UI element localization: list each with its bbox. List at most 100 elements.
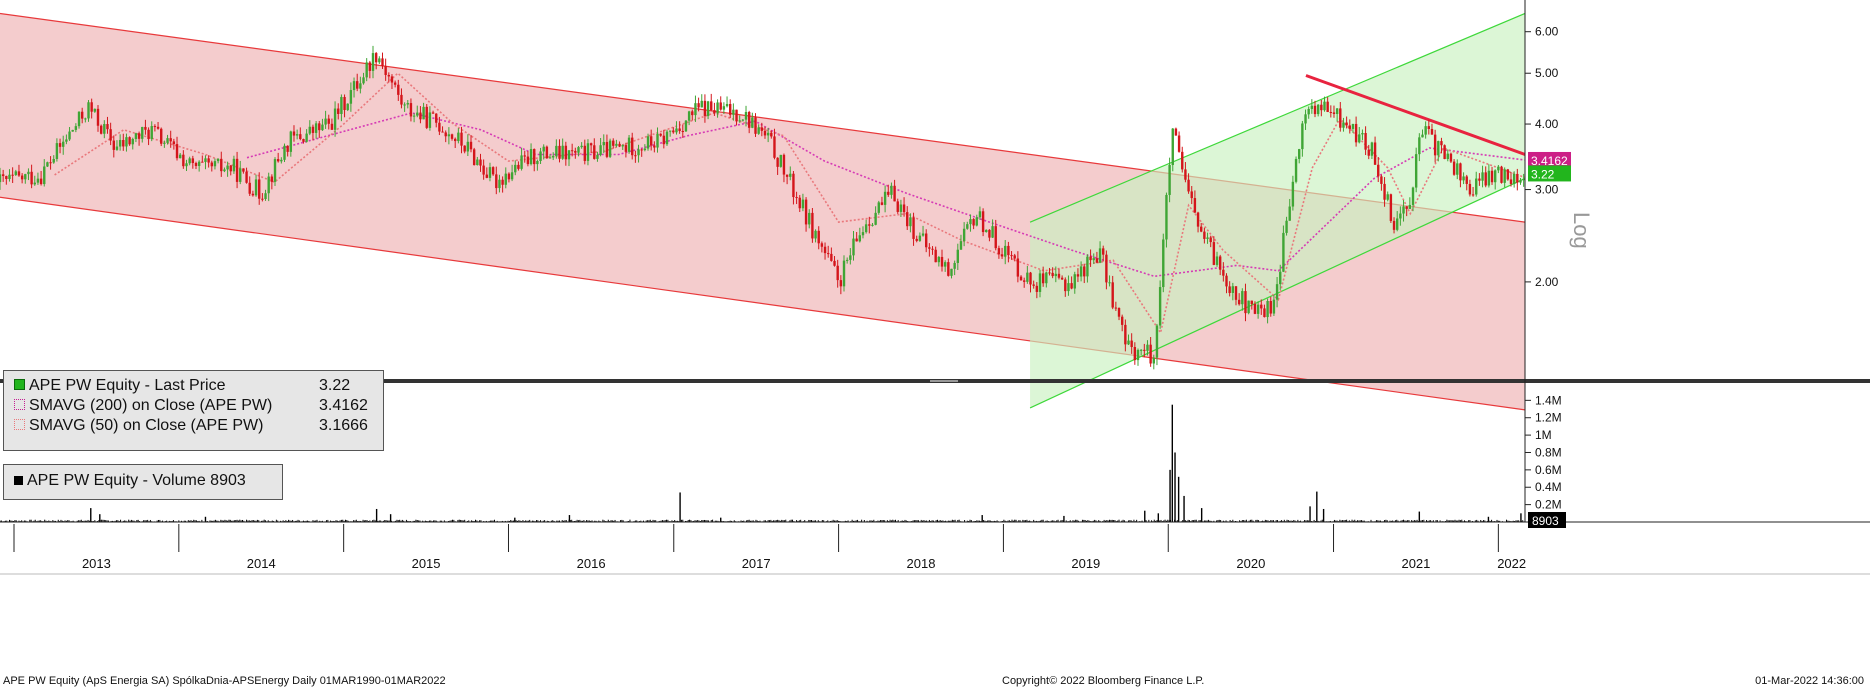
candle-body bbox=[185, 163, 188, 167]
candle-body bbox=[1067, 283, 1070, 292]
candle-body bbox=[55, 143, 59, 160]
candle-body bbox=[868, 224, 871, 226]
candle-body bbox=[1509, 179, 1513, 184]
candle-body bbox=[46, 162, 49, 167]
candle-body bbox=[1430, 128, 1434, 135]
candle-body bbox=[640, 149, 643, 151]
candle-body bbox=[1329, 112, 1333, 114]
candle-body bbox=[419, 112, 422, 120]
candle-body bbox=[1285, 220, 1288, 233]
candle-body bbox=[665, 131, 669, 145]
candle-body bbox=[1490, 170, 1494, 183]
candle-body bbox=[615, 143, 618, 146]
candle-body bbox=[49, 162, 52, 164]
candle-body bbox=[1114, 307, 1118, 309]
candle-body bbox=[766, 132, 770, 136]
candle-body bbox=[1516, 173, 1519, 183]
candle-body bbox=[1032, 284, 1035, 286]
candle-body bbox=[1478, 178, 1481, 181]
candle-body bbox=[30, 171, 33, 185]
candle-body bbox=[1174, 128, 1178, 136]
candle-body bbox=[141, 126, 144, 139]
candle-body bbox=[1301, 123, 1304, 150]
candle-body bbox=[1102, 248, 1105, 255]
candle-body bbox=[1370, 142, 1374, 156]
candle-body bbox=[782, 154, 786, 175]
candle-body bbox=[991, 226, 994, 238]
candle-body bbox=[201, 161, 204, 163]
candle-body bbox=[1038, 273, 1042, 292]
candle-body bbox=[1269, 300, 1272, 314]
candle-body bbox=[612, 140, 615, 146]
volume-legend[interactable]: APE PW Equity - Volume 8903 bbox=[3, 464, 283, 500]
candle-body bbox=[324, 118, 327, 125]
candle-body bbox=[1377, 164, 1380, 177]
candle-body bbox=[302, 139, 305, 142]
candle-body bbox=[314, 123, 318, 133]
candle-body bbox=[166, 138, 169, 143]
candle-body bbox=[416, 112, 419, 116]
candle-body bbox=[327, 118, 330, 124]
candle-body bbox=[830, 253, 833, 261]
candle-body bbox=[1275, 284, 1279, 300]
candle-body bbox=[1364, 133, 1367, 150]
candle-body bbox=[254, 179, 258, 196]
candle-body bbox=[178, 154, 182, 159]
candle-body bbox=[514, 164, 517, 173]
candle-body bbox=[627, 137, 631, 152]
candle-body bbox=[1282, 232, 1285, 272]
candle-body bbox=[909, 217, 912, 227]
candle-body bbox=[902, 204, 906, 213]
candle-body bbox=[122, 139, 125, 147]
candle-body bbox=[678, 128, 681, 132]
candle-body bbox=[435, 113, 438, 123]
candle-body bbox=[906, 212, 909, 227]
candle-body bbox=[150, 126, 153, 140]
candle-body bbox=[1418, 137, 1421, 155]
candle-body bbox=[1234, 286, 1238, 300]
candle-body bbox=[1335, 108, 1339, 115]
candle-body bbox=[137, 133, 141, 139]
candle-body bbox=[845, 259, 849, 261]
candle-body bbox=[58, 143, 62, 147]
candle-body bbox=[273, 159, 277, 182]
legend-volume-label: APE PW Equity - Volume 8903 bbox=[27, 472, 246, 489]
candle-body bbox=[1079, 266, 1083, 277]
candle-body bbox=[649, 136, 653, 146]
candle-body bbox=[526, 156, 530, 165]
price-legend[interactable]: APE PW Equity - Last Price 3.22 SMAVG (20… bbox=[3, 370, 384, 451]
candle-body bbox=[899, 204, 903, 212]
candle-body bbox=[953, 262, 956, 269]
candle-body bbox=[1440, 141, 1443, 146]
candle-body bbox=[586, 143, 590, 161]
year-label: 2020 bbox=[1236, 556, 1265, 571]
candle-body bbox=[381, 58, 384, 67]
candle-body bbox=[444, 132, 447, 137]
candle-body bbox=[1475, 178, 1478, 195]
candle-body bbox=[1414, 154, 1418, 188]
candle-body bbox=[716, 102, 719, 114]
candle-body bbox=[1313, 105, 1317, 115]
volume-tick-label: 1.2M bbox=[1535, 411, 1562, 425]
candle-body bbox=[890, 185, 893, 195]
candle-body bbox=[1092, 258, 1095, 261]
candle-body bbox=[1013, 255, 1016, 259]
candle-body bbox=[593, 145, 596, 159]
candle-body bbox=[68, 131, 71, 140]
volume-tick-label: 0.6M bbox=[1535, 463, 1562, 477]
candle-body bbox=[1383, 183, 1386, 200]
year-label: 2021 bbox=[1401, 556, 1430, 571]
candle-body bbox=[134, 133, 138, 139]
candle-body bbox=[697, 103, 700, 108]
candle-body bbox=[975, 217, 978, 226]
candle-body bbox=[1089, 256, 1092, 261]
candle-body bbox=[808, 212, 811, 225]
candle-body bbox=[93, 108, 97, 112]
candle-body bbox=[463, 145, 466, 152]
candle-body bbox=[175, 144, 179, 159]
candle-body bbox=[106, 124, 109, 130]
candle-body bbox=[577, 147, 580, 153]
candle-body bbox=[551, 156, 555, 158]
candle-body bbox=[536, 160, 539, 165]
candle-body bbox=[24, 174, 27, 180]
